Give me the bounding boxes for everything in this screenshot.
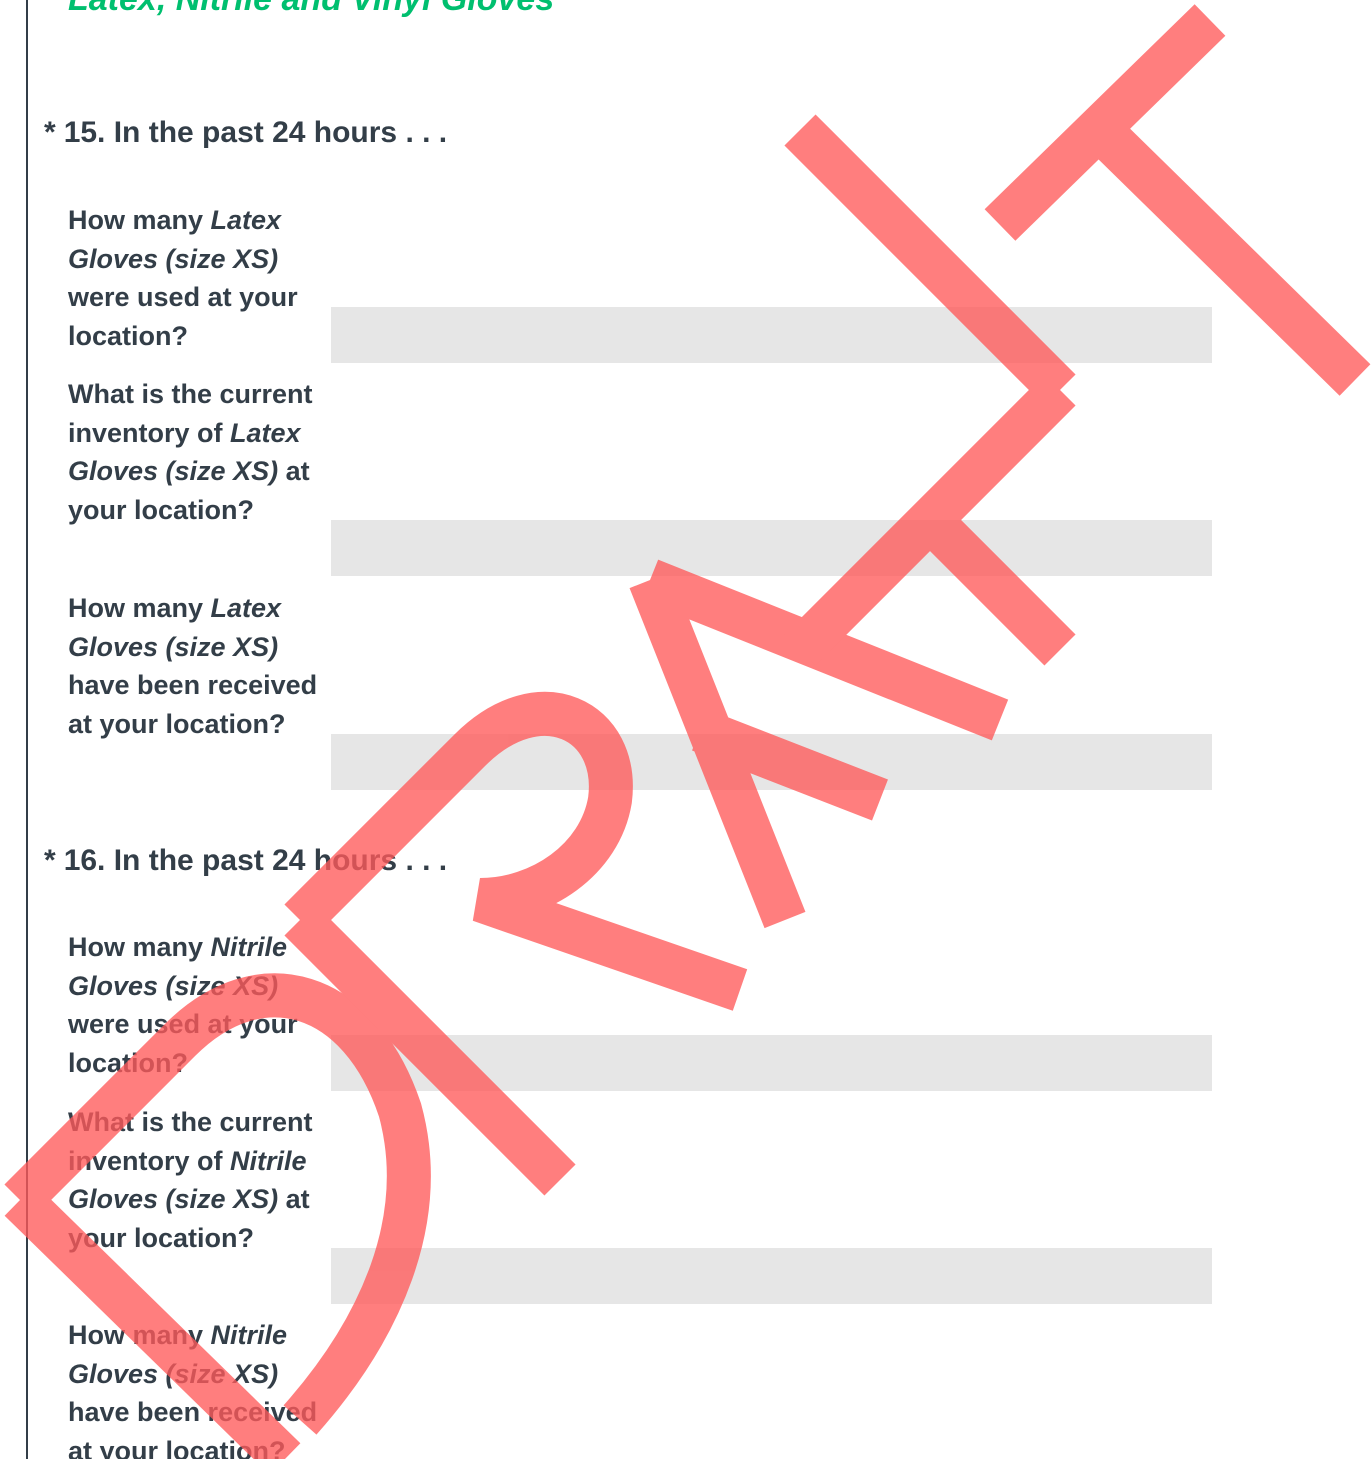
label-text: How many (68, 932, 211, 962)
label-text: were used at your location? (68, 1009, 298, 1078)
label-text: How many (68, 593, 211, 623)
question-16-row-3-label: How many Nitrile Gloves (size XS) have b… (68, 1316, 324, 1459)
label-text: How many (68, 205, 211, 235)
question-15-row-1-input[interactable] (331, 307, 1212, 363)
question-16-row-2-input[interactable] (331, 1248, 1212, 1304)
required-asterisk: * (44, 116, 56, 149)
question-16-row-1-input[interactable] (331, 1035, 1212, 1091)
label-text: have been received at your location? (68, 1397, 318, 1459)
question-15-row-1-label: How many Latex Gloves (size XS) were use… (68, 201, 324, 355)
question-15-text: 15. In the past 24 hours . . . (63, 116, 448, 149)
left-border-rule (26, 0, 28, 1459)
question-15-row-2-input[interactable] (331, 520, 1212, 576)
required-asterisk: * (44, 844, 56, 877)
question-16-row-1-label: How many Nitrile Gloves (size XS) were u… (68, 928, 324, 1082)
label-text: have been received at your location? (68, 670, 318, 739)
label-text: were used at your location? (68, 282, 298, 351)
question-16-row-2-label: What is the current inventory of Nitrile… (68, 1103, 324, 1257)
question-15-row-3-label: How many Latex Gloves (size XS) have bee… (68, 589, 324, 743)
question-15-title: * 15. In the past 24 hours . . . (44, 116, 447, 150)
question-16-text: 16. In the past 24 hours . . . (63, 844, 448, 877)
question-15-row-2-label: What is the current inventory of Latex G… (68, 375, 324, 529)
label-text: How many (68, 1320, 211, 1350)
section-title: Latex, Nitrile and Vinyl Gloves (68, 0, 554, 19)
survey-page: Latex, Nitrile and Vinyl Gloves *15. In … (0, 0, 1372, 1459)
question-15-row-3-input[interactable] (331, 734, 1212, 790)
question-16-title: * 16. In the past 24 hours . . . (44, 844, 447, 878)
